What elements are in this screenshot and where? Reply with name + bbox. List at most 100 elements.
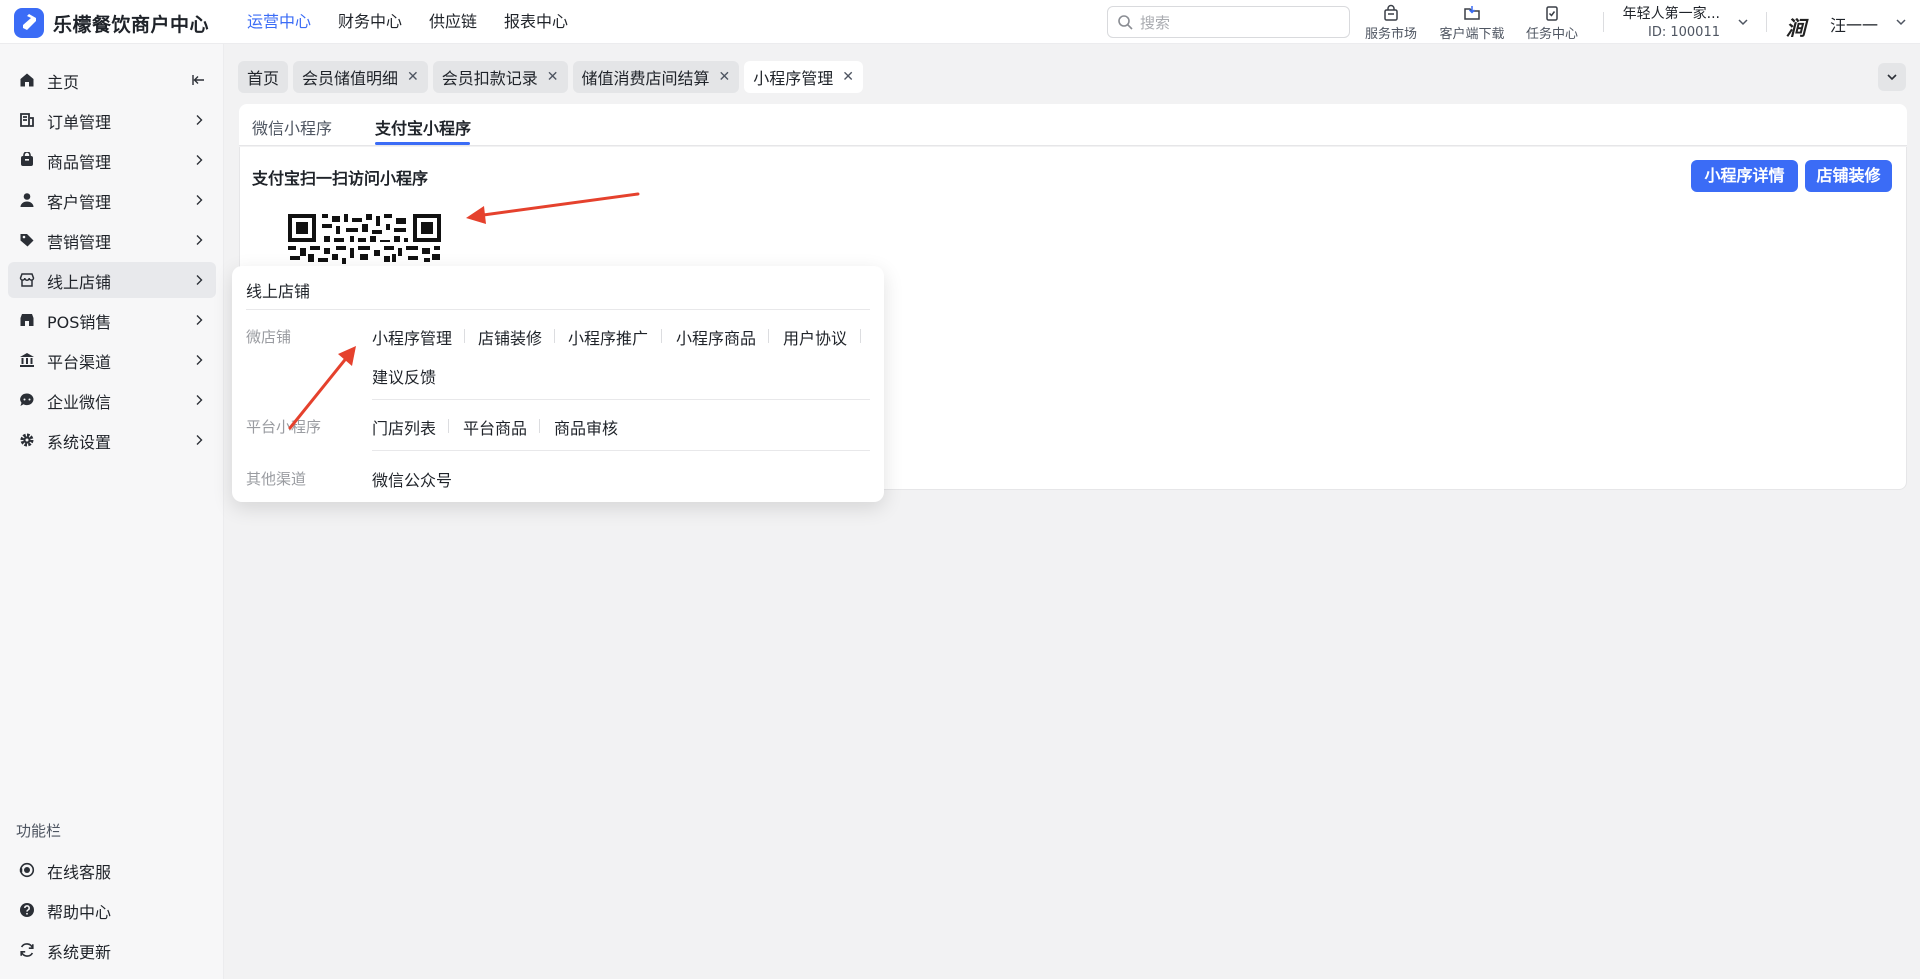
sidebar-item-wecom[interactable]: 企业微信 xyxy=(8,382,216,418)
page-tab-label: 会员储值明细 xyxy=(302,69,399,88)
collapse-sidebar-icon[interactable] xyxy=(192,73,206,87)
user-name[interactable]: 汪一一 xyxy=(1830,12,1878,36)
active-tab-indicator xyxy=(375,142,470,145)
sidebar-item-label: 平台渠道 xyxy=(47,353,112,372)
page-tab-label: 小程序管理 xyxy=(753,69,834,88)
headset-icon xyxy=(19,862,35,878)
store-decoration-button[interactable]: 店铺装修 xyxy=(1805,160,1892,192)
close-icon[interactable]: ✕ xyxy=(842,69,854,85)
submenu-link-feedback[interactable]: 建议反馈 xyxy=(372,364,436,388)
header-divider xyxy=(1603,12,1604,32)
app-logo[interactable] xyxy=(14,8,44,38)
page-tab-member-recharge[interactable]: 会员储值明细 ✕ xyxy=(293,61,428,93)
sidebar-item-settings[interactable]: 系统设置 xyxy=(8,422,216,458)
chevron-right-icon xyxy=(196,235,203,245)
page-tab-label: 储值消费店间结算 xyxy=(581,69,710,88)
logo-icon xyxy=(23,14,36,30)
user-icon xyxy=(20,193,34,207)
chevron-right-icon xyxy=(196,155,203,165)
page-tab-mini-program[interactable]: 小程序管理 ✕ xyxy=(744,61,864,93)
chevron-right-icon xyxy=(196,395,203,405)
sidebar-item-online-support[interactable]: 在线客服 xyxy=(8,852,216,888)
chevron-down-icon[interactable] xyxy=(1895,16,1907,28)
link-separator xyxy=(768,329,769,343)
sidebar-item-system-update[interactable]: 系统更新 xyxy=(8,932,216,968)
help-icon xyxy=(20,903,34,917)
order-icon xyxy=(20,113,34,127)
header-divider xyxy=(1766,12,1767,32)
subtab-wechat[interactable]: 微信小程序 xyxy=(252,115,332,139)
submenu-category-other-channels: 其他渠道 xyxy=(246,470,307,488)
submenu-link-wechat-official-account[interactable]: 微信公众号 xyxy=(372,467,452,491)
sidebar-item-label: 企业微信 xyxy=(47,393,112,412)
chevron-right-icon xyxy=(196,315,203,325)
top-nav-operations[interactable]: 运营中心 xyxy=(247,0,311,44)
sidebar-item-label: POS销售 xyxy=(47,313,112,332)
shop-id: ID: 100011 xyxy=(1648,25,1720,40)
avatar[interactable]: 涧 xyxy=(1786,12,1814,40)
link-separator xyxy=(661,329,662,343)
qr-title: 支付宝扫一扫访问小程序 xyxy=(252,169,429,188)
shop-switcher[interactable]: 年轻人第一家... ID: 100011 xyxy=(1620,3,1720,40)
submenu-link-store-decoration[interactable]: 店铺装修 xyxy=(478,325,542,349)
sidebar-item-products[interactable]: 商品管理 xyxy=(8,142,216,178)
divider xyxy=(372,399,870,400)
close-icon[interactable]: ✕ xyxy=(719,69,731,85)
link-separator xyxy=(448,419,449,433)
sidebar-item-help-center[interactable]: 帮助中心 xyxy=(8,892,216,928)
refresh-icon xyxy=(20,943,34,957)
page-tab-home[interactable]: 首页 xyxy=(238,61,289,93)
task-center-button[interactable]: 任务中心 xyxy=(1524,3,1580,42)
page-tab-store-settlement[interactable]: 储值消费店间结算 ✕ xyxy=(572,61,740,93)
shop-name: 年轻人第一家... xyxy=(1622,6,1720,22)
link-separator xyxy=(554,329,555,343)
sidebar-item-orders[interactable]: 订单管理 xyxy=(8,102,216,138)
top-nav-finance[interactable]: 财务中心 xyxy=(338,0,402,44)
submenu-link-store-list[interactable]: 门店列表 xyxy=(372,415,436,439)
sidebar: 主页 订单管理 商品管理 客户管理 营销管理 线上店铺 POS销售 平台渠道 企 xyxy=(0,44,224,979)
chat-icon xyxy=(20,393,34,406)
submenu-link-mini-program-management[interactable]: 小程序管理 xyxy=(372,325,452,349)
submenu-link-user-agreement[interactable]: 用户协议 xyxy=(783,325,847,349)
sidebar-item-label: 在线客服 xyxy=(47,863,112,882)
submenu-link-platform-products[interactable]: 平台商品 xyxy=(463,415,527,439)
sidebar-item-marketing[interactable]: 营销管理 xyxy=(8,222,216,258)
submenu-category-platform-mini-program: 平台小程序 xyxy=(246,418,322,436)
shop-bag-icon xyxy=(1384,4,1398,21)
tabs-dropdown-button[interactable] xyxy=(1878,63,1906,91)
sidebar-item-label: 营销管理 xyxy=(47,233,112,252)
sidebar-item-pos-sales[interactable]: POS销售 xyxy=(8,302,216,338)
clipboard-check-icon xyxy=(1546,6,1558,21)
page-tab-label: 首页 xyxy=(247,69,280,88)
link-separator xyxy=(464,329,465,343)
sidebar-item-platform-channels[interactable]: 平台渠道 xyxy=(8,342,216,378)
brand-title: 乐檬餐饮商户中心 xyxy=(53,14,210,36)
sidebar-item-label: 主页 xyxy=(47,73,80,92)
chevron-down-icon xyxy=(1887,74,1897,81)
top-nav-reports[interactable]: 报表中心 xyxy=(504,0,568,44)
task-center-label: 任务中心 xyxy=(1525,27,1578,42)
top-nav-supply-chain[interactable]: 供应链 xyxy=(429,0,477,44)
chevron-right-icon xyxy=(196,435,203,445)
submenu-link-mini-program-products[interactable]: 小程序商品 xyxy=(676,325,756,349)
chevron-right-icon xyxy=(196,195,203,205)
online-store-submenu: 线上店铺 微店铺 小程序管理 店铺装修 小程序推广 小程序商品 用户协议 建议反… xyxy=(232,266,884,502)
link-separator xyxy=(539,419,540,433)
close-icon[interactable]: ✕ xyxy=(547,69,559,85)
sidebar-item-customers[interactable]: 客户管理 xyxy=(8,182,216,218)
sidebar-item-online-store[interactable]: 线上店铺 xyxy=(8,262,216,298)
submenu-link-mini-program-promotion[interactable]: 小程序推广 xyxy=(568,325,648,349)
chevron-right-icon xyxy=(196,355,203,365)
service-market-button[interactable]: 服务市场 xyxy=(1363,3,1419,42)
close-icon[interactable]: ✕ xyxy=(407,69,419,85)
mini-program-detail-button[interactable]: 小程序详情 xyxy=(1691,160,1798,192)
submenu-link-product-review[interactable]: 商品审核 xyxy=(554,415,618,439)
search-input[interactable]: 搜索 xyxy=(1107,6,1350,38)
qr-code xyxy=(288,214,441,264)
client-download-button[interactable]: 客户端下载 xyxy=(1437,3,1507,42)
chevron-down-icon[interactable] xyxy=(1737,16,1749,28)
subtab-alipay[interactable]: 支付宝小程序 xyxy=(375,115,471,139)
page-tab-member-deduction[interactable]: 会员扣款记录 ✕ xyxy=(432,61,568,93)
sidebar-item-home[interactable]: 主页 xyxy=(8,62,216,98)
submenu-category-micro-store: 微店铺 xyxy=(246,328,292,346)
